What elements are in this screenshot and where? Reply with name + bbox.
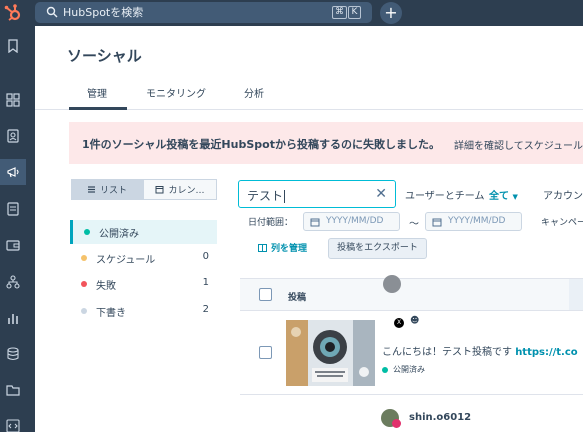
- status-label: 下書き: [96, 308, 126, 319]
- calendar-icon: [155, 186, 164, 194]
- tab-analytics[interactable]: 分析: [244, 85, 264, 100]
- list-view-label: リスト: [99, 186, 127, 196]
- status-dot: [382, 366, 388, 373]
- global-search-placeholder: HubSpotを検索: [63, 6, 144, 19]
- network-icon[interactable]: [0, 269, 26, 295]
- post-text: こんにちは！テスト投稿です https://t.co: [382, 347, 578, 358]
- search-icon: [46, 6, 58, 18]
- status-dot: [81, 308, 87, 314]
- status-dot: [81, 255, 87, 261]
- status-dot: [84, 229, 90, 235]
- post-image: [286, 320, 375, 386]
- list-view-button[interactable]: リスト: [71, 179, 143, 200]
- calendar-view-label: カレン…: [168, 186, 205, 196]
- columns-icon: [258, 243, 267, 252]
- account-avatar: [383, 275, 401, 293]
- code-icon[interactable]: [0, 413, 26, 432]
- users-teams-label: ユーザーとチーム: [405, 191, 485, 202]
- status-dot: [81, 281, 87, 287]
- status-count: 2: [202, 304, 209, 315]
- command-key-hint: ⌘: [332, 6, 347, 19]
- manage-columns-button[interactable]: 列を管理: [258, 241, 307, 254]
- header-scroll-edge: [569, 279, 583, 310]
- grid-icon[interactable]: [0, 87, 26, 113]
- column-header-post[interactable]: 投稿: [288, 290, 306, 303]
- table-header: 投稿: [240, 278, 583, 311]
- start-date-placeholder: YYYY/MM/DD: [326, 216, 384, 226]
- end-date-placeholder: YYYY/MM/DD: [448, 216, 506, 226]
- bookmark-icon[interactable]: [0, 33, 26, 59]
- global-search-bar[interactable]: HubSpotを検索 ⌘ K: [35, 2, 372, 23]
- wallet-icon[interactable]: [0, 232, 26, 258]
- k-key-hint: K: [348, 6, 361, 19]
- status-count: 0: [202, 251, 209, 262]
- contacts-icon[interactable]: [0, 123, 26, 149]
- status-label: 失敗: [96, 281, 116, 292]
- status-filter-published[interactable]: 公開済み: [70, 220, 217, 244]
- error-banner-link[interactable]: 詳細を確認してスケジュールを: [454, 137, 583, 152]
- post-status: 公開済み: [382, 364, 425, 375]
- emoji-icon: ☻: [410, 316, 420, 326]
- status-label: スケジュール: [96, 255, 156, 266]
- instagram-icon: [392, 419, 401, 428]
- post-search-input[interactable]: テスト ✕: [238, 180, 396, 208]
- active-tab-indicator: [69, 107, 127, 110]
- calendar-icon: [310, 218, 320, 227]
- x-twitter-icon: X: [394, 318, 404, 328]
- status-count: 1: [202, 277, 209, 288]
- megaphone-icon[interactable]: [0, 159, 26, 185]
- error-banner-message: 1件のソーシャル投稿を最近HubSpotから投稿するのに失敗しました。: [82, 138, 440, 151]
- start-date-field[interactable]: YYYY/MM/DD: [303, 212, 400, 231]
- status-filter-scheduled[interactable]: スケジュール 0: [70, 246, 217, 270]
- tab-manage[interactable]: 管理: [87, 85, 107, 100]
- chart-icon[interactable]: [0, 305, 26, 331]
- clear-search-icon[interactable]: ✕: [375, 187, 387, 201]
- date-range-separator: 〜: [409, 219, 419, 230]
- page-title: ソーシャル: [67, 47, 142, 65]
- users-teams-dropdown[interactable]: 全て ▼: [489, 187, 518, 202]
- date-range-label: 日付範囲：: [248, 218, 294, 228]
- calendar-view-button[interactable]: カレン…: [143, 179, 217, 200]
- database-icon[interactable]: [0, 341, 26, 367]
- folder-icon[interactable]: [0, 377, 26, 403]
- document-icon[interactable]: [0, 196, 26, 222]
- hubspot-logo-icon[interactable]: [3, 3, 23, 23]
- manage-columns-label: 列を管理: [271, 244, 308, 254]
- tab-monitoring[interactable]: モニタリング: [146, 85, 206, 100]
- add-button[interactable]: +: [380, 2, 402, 24]
- status-label: 公開済み: [99, 229, 139, 240]
- list-icon: [87, 186, 95, 193]
- account-filter-label[interactable]: アカウン: [543, 187, 583, 202]
- post-search-value: テスト: [247, 189, 286, 203]
- campaign-filter-label[interactable]: キャンペー: [541, 215, 583, 228]
- post-status-label: 公開済み: [393, 365, 425, 374]
- calendar-icon: [432, 218, 442, 227]
- table-row[interactable]: X ☻ こんにちは！テスト投稿です https://t.co 公開済み: [240, 275, 583, 395]
- error-banner: 1件のソーシャル投稿を最近HubSpotから投稿するのに失敗しました。 詳細を確…: [69, 122, 583, 164]
- row-checkbox[interactable]: [259, 346, 272, 359]
- end-date-field[interactable]: YYYY/MM/DD: [425, 212, 522, 231]
- export-posts-button[interactable]: 投稿をエクスポート: [328, 238, 427, 259]
- post-image-thumbnail[interactable]: [286, 320, 375, 386]
- account-username: shin.o6012: [409, 412, 472, 423]
- select-all-checkbox[interactable]: [259, 288, 272, 301]
- post-link[interactable]: https://t.co: [515, 347, 577, 358]
- status-filter-failed[interactable]: 失敗 1: [70, 272, 217, 296]
- left-sidebar: [0, 26, 35, 432]
- main-panel: ソーシャル 管理 モニタリング 分析 1件のソーシャル投稿を最近HubSpotか…: [35, 26, 583, 432]
- top-navigation-bar: HubSpotを検索 ⌘ K +: [0, 0, 583, 26]
- status-filter-draft[interactable]: 下書き 2: [70, 299, 217, 323]
